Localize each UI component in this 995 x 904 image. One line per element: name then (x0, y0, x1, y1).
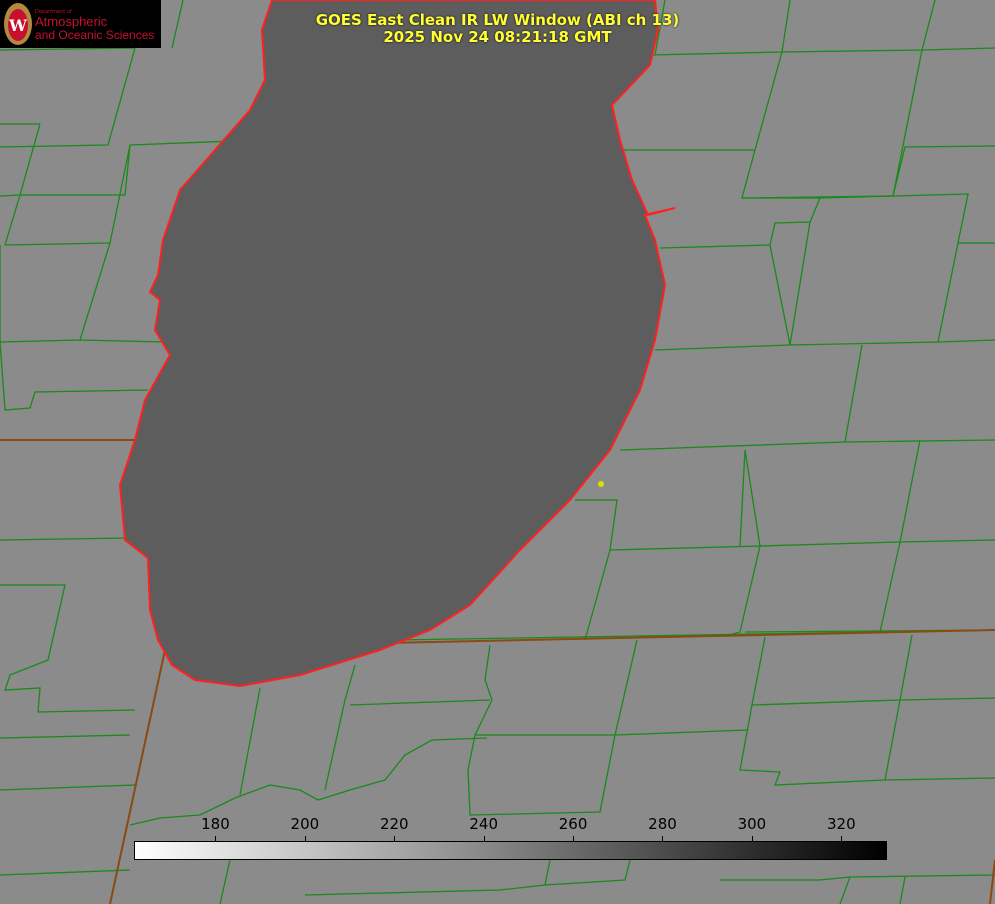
colorbar-tick-mark (394, 836, 396, 841)
colorbar (134, 841, 887, 860)
colorbar-tick-label: 240 (469, 815, 498, 833)
aos-logo: W Department of Atmospheric and Oceanic … (0, 0, 161, 48)
colorbar-tick-label: 320 (826, 815, 856, 833)
colorbar-tick-label: 260 (558, 815, 588, 833)
colorbar-tick-label: 200 (290, 815, 320, 833)
colorbar-tick-mark (215, 836, 217, 841)
colorbar-tick-mark (751, 836, 753, 841)
colorbar-tick-label: 280 (648, 815, 677, 833)
title-line1: GOES East Clean IR LW Window (ABI ch 13) (315, 11, 680, 29)
colorbar-tick-mark (841, 836, 843, 841)
image-title: GOES East Clean IR LW Window (ABI ch 13)… (250, 12, 745, 46)
satellite-image-view: W Department of Atmospheric and Oceanic … (0, 0, 995, 904)
uw-crest-icon: W (4, 3, 32, 45)
colorbar-tick-mark (304, 836, 306, 841)
svg-text:W: W (8, 16, 28, 35)
logo-line1: Atmospheric (35, 14, 108, 29)
colorbar-tick-mark (573, 836, 575, 841)
colorbar-tick-label: 180 (201, 815, 230, 833)
colorbar-tick-mark (483, 836, 485, 841)
lake-body (118, 0, 676, 688)
colorbar-tick-label: 220 (379, 815, 409, 833)
logo-line2: and Oceanic Sciences (35, 28, 155, 42)
title-timestamp: 2025 Nov 24 08:21:18 GMT (383, 28, 612, 46)
colorbar-tick-mark (662, 836, 664, 841)
location-marker (598, 481, 604, 487)
colorbar-tick-label: 300 (737, 815, 767, 833)
satellite-map (0, 0, 995, 904)
